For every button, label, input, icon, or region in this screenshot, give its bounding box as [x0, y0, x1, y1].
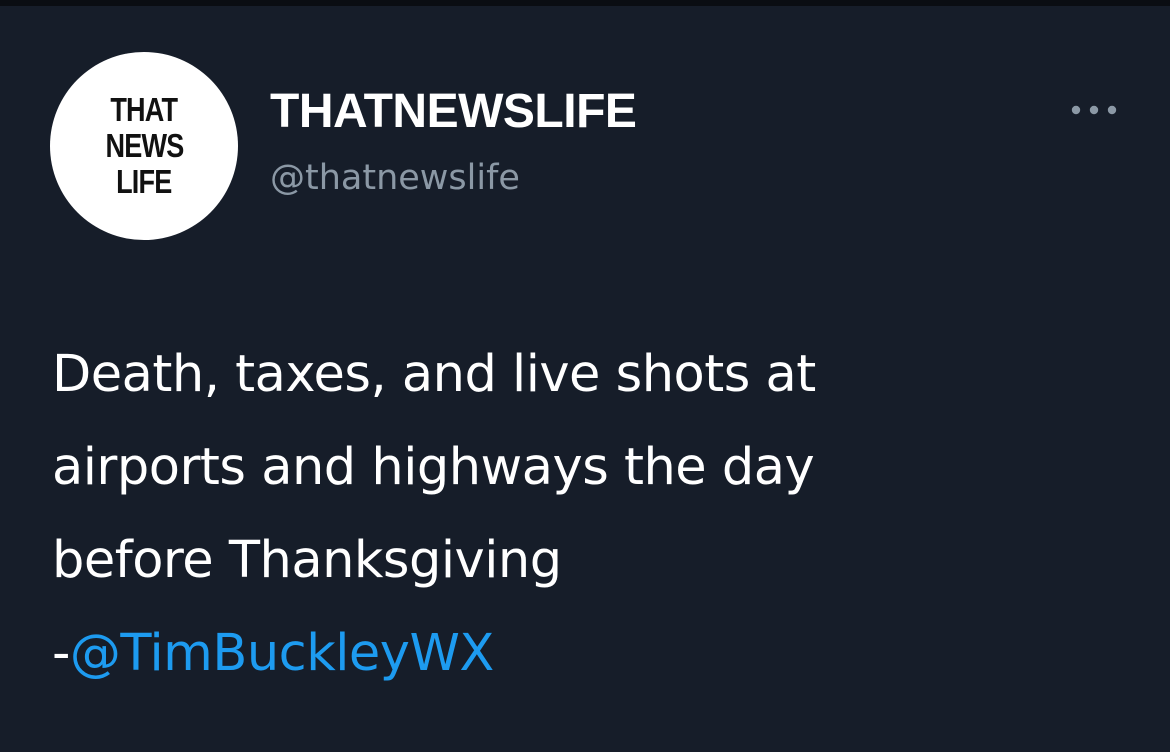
user-handle[interactable]: @thatnewslife — [270, 156, 520, 200]
tweet-text-line: before Thanksgiving — [52, 531, 562, 590]
attribution-prefix: - — [52, 624, 70, 683]
tweet-text-line: airports and highways the day — [52, 438, 815, 497]
tweet-text-line: Death, taxes, and live shots at — [52, 345, 816, 404]
attribution-line: -@TimBuckleyWX — [52, 607, 1132, 700]
tweet-card: THAT NEWS LIFE THATNEWSLIFE @thatnewslif… — [0, 6, 1170, 752]
more-options-icon[interactable] — [1068, 100, 1120, 120]
avatar-text-line: THAT — [110, 91, 179, 128]
avatar-text-line: LIFE — [116, 163, 172, 200]
avatar[interactable]: THAT NEWS LIFE — [50, 52, 238, 240]
tweet-text: Death, taxes, and live shots at airports… — [52, 328, 1132, 700]
avatar-text-line: NEWS — [105, 127, 184, 164]
mention-link[interactable]: @TimBuckleyWX — [70, 624, 494, 683]
display-name[interactable]: THATNEWSLIFE — [270, 84, 637, 140]
more-horizontal-icon — [1071, 105, 1117, 115]
